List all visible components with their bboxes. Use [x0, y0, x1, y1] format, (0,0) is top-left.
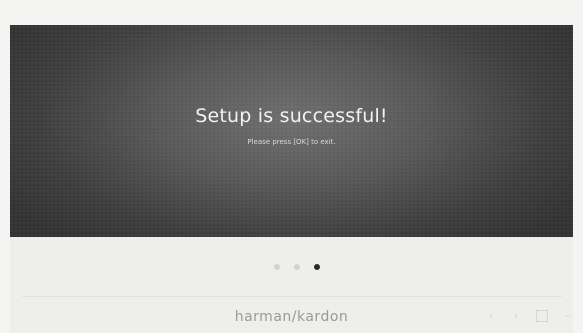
setup-success-title: Setup is successful! [195, 105, 388, 127]
brand-logo: harman/kardon [234, 309, 349, 325]
minus-icon[interactable]: – [565, 310, 570, 324]
page-dot-2 [294, 264, 300, 270]
exit-instruction: Please press [OK] to exit. [247, 138, 336, 146]
footer-divider [22, 296, 562, 297]
display-screen: Setup is successful! Please press [OK] t… [10, 25, 573, 237]
chevron-right-icon[interactable]: › [514, 310, 518, 324]
chevron-left-icon[interactable]: ‹ [489, 310, 493, 324]
screen-texture [10, 25, 573, 237]
device-frame: Setup is successful! Please press [OK] t… [0, 0, 583, 333]
page-dot-1 [274, 264, 280, 270]
square-icon[interactable] [536, 310, 548, 322]
page-dot-3-active [314, 264, 320, 270]
page-indicator [274, 264, 320, 270]
